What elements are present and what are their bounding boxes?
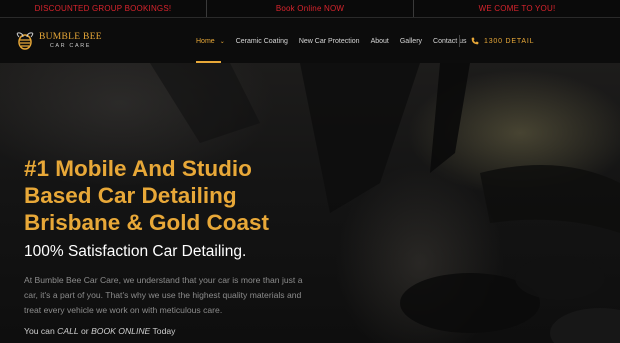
brand-name: BUMBLE BEE [39, 31, 102, 42]
brand-logo[interactable]: BUMBLE BEE CAR CARE [14, 30, 102, 52]
promo-we-come-to-you-link[interactable]: WE COME TO YOU! [414, 0, 620, 17]
hero-section: #1 Mobile And Studio Based Car Detailing… [0, 63, 620, 343]
hero-title-line: Based Car Detailing [24, 183, 237, 208]
nav-item-ceramic-coating[interactable]: Ceramic Coating [236, 19, 288, 63]
nav-item-home[interactable]: Home ⌄ [196, 19, 225, 63]
phone-link[interactable]: 1300 DETAIL [471, 19, 534, 63]
hero-title-line: Brisbane & Gold Coast [24, 210, 270, 235]
nav-item-gallery[interactable]: Gallery [400, 19, 422, 63]
nav-item-label: Home [196, 37, 215, 45]
page: DISCOUNTED GROUP BOOKINGS! Book Online N… [0, 0, 620, 343]
hero-title-line: #1 Mobile And Studio [24, 156, 252, 181]
phone-number: 1300 DETAIL [484, 37, 535, 45]
promo-bar: DISCOUNTED GROUP BOOKINGS! Book Online N… [0, 0, 620, 18]
hero-title: #1 Mobile And Studio Based Car Detailing… [24, 155, 324, 236]
cta-call-link[interactable]: CALL [57, 326, 79, 336]
hero-subtitle: 100% Satisfaction Car Detailing. [24, 243, 247, 260]
hero-cta-text: You can CALL or BOOK ONLINE Today [24, 326, 175, 336]
promo-group-bookings-link[interactable]: DISCOUNTED GROUP BOOKINGS! [0, 0, 207, 17]
hero-description: At Bumble Bee Car Care, we understand th… [24, 275, 303, 315]
nav-item-new-car-protection[interactable]: New Car Protection [299, 19, 360, 63]
phone-icon [471, 37, 479, 45]
cta-prefix: You can [24, 326, 58, 336]
cta-book-online-link[interactable]: BOOK ONLINE [91, 326, 150, 336]
chevron-down-icon: ⌄ [219, 38, 225, 45]
cta-or: or [78, 326, 92, 336]
bee-logo-icon [16, 32, 34, 50]
brand-tagline: CAR CARE [49, 43, 92, 49]
site-header: BUMBLE BEE CAR CARE Home ⌄ Ceramic Coati… [0, 19, 620, 63]
cta-suffix: Today [150, 326, 176, 336]
nav-item-about[interactable]: About [371, 19, 389, 63]
nav-item-contact-us[interactable]: Contact us [433, 19, 466, 63]
promo-book-online-link[interactable]: Book Online NOW [207, 0, 414, 17]
nav-divider [459, 35, 460, 47]
brand-text: BUMBLE BEE CAR CARE [39, 31, 102, 50]
main-nav: Home ⌄ Ceramic Coating New Car Protectio… [196, 19, 478, 63]
